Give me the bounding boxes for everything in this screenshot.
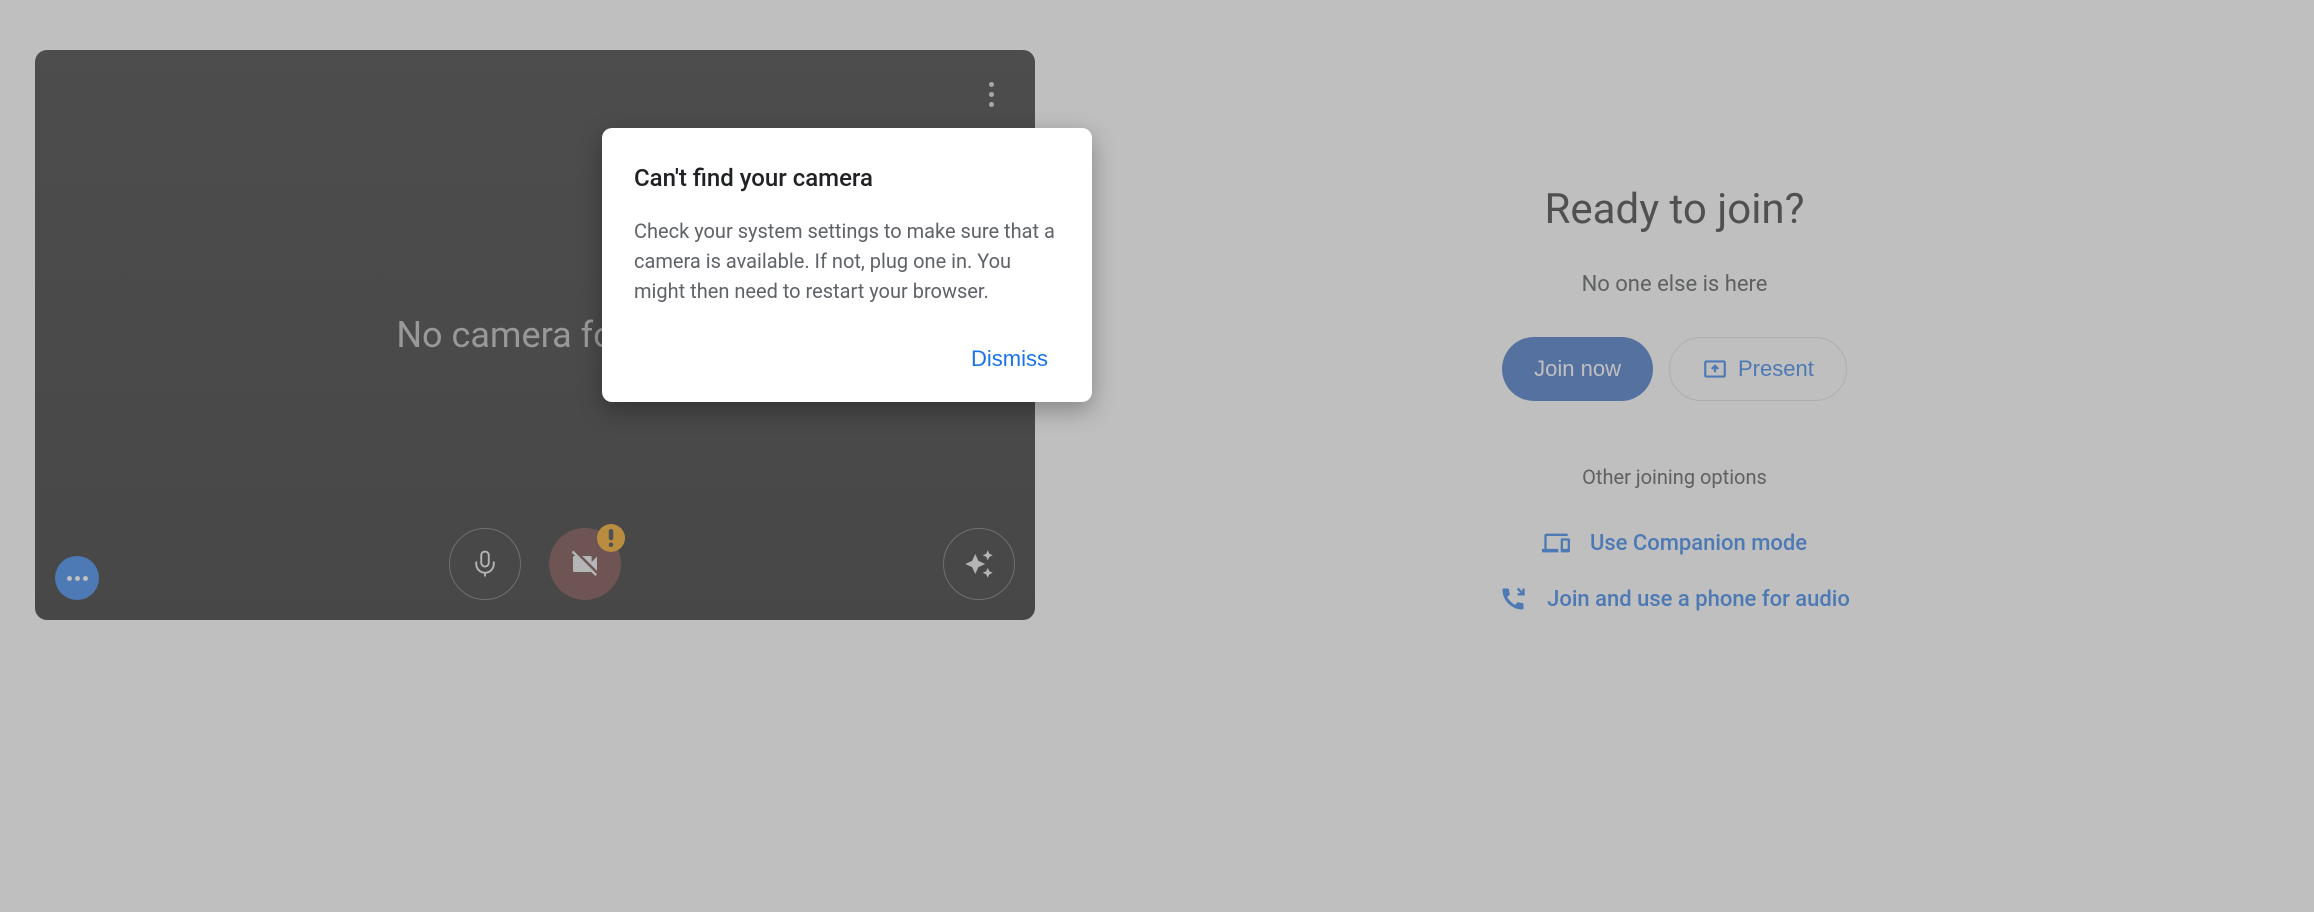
join-panel: Ready to join? No one else is here Join … xyxy=(1035,50,2314,862)
microphone-toggle-button[interactable] xyxy=(449,528,521,600)
join-now-button[interactable]: Join now xyxy=(1502,337,1653,401)
camera-alert-badge xyxy=(597,524,625,552)
companion-mode-link[interactable]: Use Companion mode xyxy=(1542,529,1807,557)
join-now-label: Join now xyxy=(1534,356,1621,382)
participants-status: No one else is here xyxy=(1582,272,1768,297)
dialog-body: Check your system settings to make sure … xyxy=(634,216,1060,306)
devices-icon xyxy=(1542,529,1570,557)
camera-toggle-button[interactable] xyxy=(549,528,621,600)
phone-audio-link[interactable]: Join and use a phone for audio xyxy=(1499,585,1850,613)
dialog-actions: Dismiss xyxy=(634,338,1060,380)
exclamation-icon xyxy=(608,529,614,547)
present-label: Present xyxy=(1738,356,1814,382)
dismiss-button[interactable]: Dismiss xyxy=(959,338,1060,380)
join-buttons-row: Join now Present xyxy=(1502,337,1847,401)
microphone-icon xyxy=(470,549,500,579)
ready-to-join-title: Ready to join? xyxy=(1545,185,1805,234)
companion-mode-label: Use Companion mode xyxy=(1590,531,1807,556)
more-vertical-icon xyxy=(989,82,994,107)
sparkle-icon xyxy=(964,549,994,579)
visual-effects-button[interactable] xyxy=(943,528,1015,600)
dialog-title: Can't find your camera xyxy=(634,164,1060,192)
media-controls xyxy=(35,528,1035,600)
present-icon xyxy=(1702,356,1728,382)
other-options-label: Other joining options xyxy=(1582,465,1767,489)
more-options-button[interactable] xyxy=(967,70,1015,118)
phone-icon xyxy=(1499,585,1527,613)
camera-off-icon xyxy=(569,548,601,580)
present-button[interactable]: Present xyxy=(1669,337,1847,401)
phone-audio-label: Join and use a phone for audio xyxy=(1547,587,1850,612)
camera-error-dialog: Can't find your camera Check your system… xyxy=(602,128,1092,402)
